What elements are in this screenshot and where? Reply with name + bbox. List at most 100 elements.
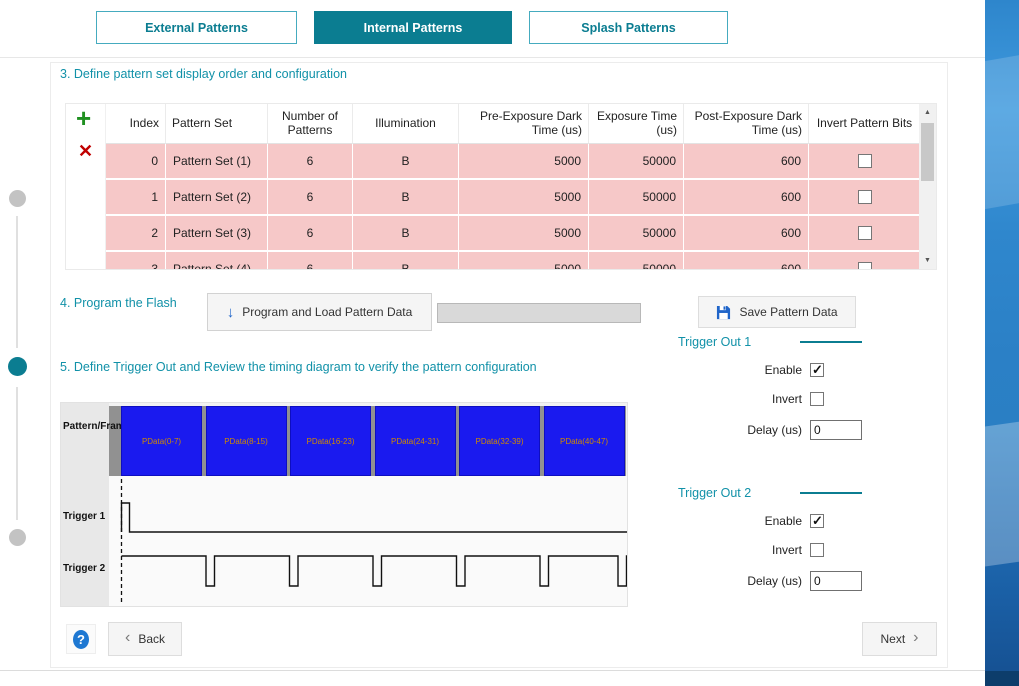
delay-label: Delay (us) <box>747 423 802 437</box>
cell-illumination: B <box>353 216 459 252</box>
section5-title: 5. Define Trigger Out and Review the tim… <box>60 360 537 374</box>
trigger2-invert-checkbox[interactable] <box>810 543 824 557</box>
section3-title: 3. Define pattern set display order and … <box>60 67 347 81</box>
enable-label: Enable <box>764 514 802 528</box>
taskbar-edge <box>985 671 1019 686</box>
cell-exposure: 50000 <box>589 144 684 180</box>
enable-label: Enable <box>764 363 802 377</box>
scroll-up-icon[interactable]: ▲ <box>919 104 936 121</box>
flash-progress-bar <box>437 303 641 323</box>
scroll-down-icon[interactable]: ▼ <box>919 252 936 269</box>
step-indicator-1[interactable] <box>9 190 26 207</box>
back-button[interactable]: ‹ Back <box>108 622 182 656</box>
cell-num_patterns: 6 <box>268 216 353 252</box>
cell-num_patterns: 6 <box>268 144 353 180</box>
step-connector-2 <box>16 387 18 520</box>
tab-divider <box>0 57 985 58</box>
trigger1-waveform <box>120 502 627 533</box>
pattern-set-row[interactable]: 2 Pattern Set (3) 6 B 5000 50000 600 <box>106 216 921 252</box>
trigger2-waveform <box>121 555 627 587</box>
invert-pattern-checkbox[interactable] <box>857 226 872 240</box>
cell-post_exposure: 600 <box>684 144 809 180</box>
cell-illumination: B <box>353 252 459 269</box>
pattern-set-row[interactable]: 1 Pattern Set (2) 6 B 5000 50000 600 <box>106 180 921 216</box>
trigger-out-1-group: Trigger Out 1 Enable Invert Delay (us) <box>678 335 864 445</box>
trigger-out-2-group: Trigger Out 2 Enable Invert Delay (us) <box>678 486 864 596</box>
download-arrow-icon: ↓ <box>226 303 235 321</box>
pattern-set-table: + ✕ Index Pattern Set Number of Patterns Il… <box>65 103 937 270</box>
trigger-out-2-divider <box>800 492 862 494</box>
invert-pattern-checkbox[interactable] <box>857 262 872 269</box>
column-header: Number of Patterns <box>268 104 353 144</box>
section4-title: 4. Program the Flash <box>60 296 177 310</box>
cell-pattern_set: Pattern Set (1) <box>166 144 268 180</box>
cell-illumination: B <box>353 180 459 216</box>
help-icon: ? <box>73 629 89 649</box>
scrollbar-thumb[interactable] <box>921 123 934 181</box>
trigger-out-1-divider <box>800 341 862 343</box>
column-header: Pre-Exposure Dark Time (us) <box>459 104 589 144</box>
trigger2-delay-input[interactable] <box>810 571 862 591</box>
help-button[interactable]: ? <box>66 624 96 654</box>
save-button-label: Save Pattern Data <box>739 305 838 319</box>
step-indicator-2-active[interactable] <box>8 357 27 376</box>
column-header: Post-Exposure Dark Time (us) <box>684 104 809 144</box>
cell-num_patterns: 6 <box>268 252 353 269</box>
cell-exposure: 50000 <box>589 216 684 252</box>
back-button-label: Back <box>138 632 165 646</box>
invert-pattern-checkbox[interactable] <box>857 190 872 204</box>
column-header: Index <box>106 104 166 144</box>
delete-row-icon[interactable]: ✕ <box>78 141 93 161</box>
cell-pre_exposure: 5000 <box>459 216 589 252</box>
step-indicator-3[interactable] <box>9 529 26 546</box>
invert-label: Invert <box>771 392 802 406</box>
invert-pattern-checkbox[interactable] <box>857 154 872 168</box>
next-button[interactable]: Next › <box>862 622 937 656</box>
program-button-label: Program and Load Pattern Data <box>242 305 413 319</box>
save-icon <box>716 305 731 320</box>
trigger1-invert-checkbox[interactable] <box>810 392 824 406</box>
cell-pattern_set: Pattern Set (3) <box>166 216 268 252</box>
cell-pattern_set: Pattern Set (2) <box>166 180 268 216</box>
trigger1-delay-input[interactable] <box>810 420 862 440</box>
cell-index: 3 <box>106 252 166 269</box>
table-scrollbar[interactable]: ▲ ▼ <box>919 104 936 269</box>
pattern-set-row[interactable]: 0 Pattern Set (1) 6 B 5000 50000 600 <box>106 144 921 180</box>
cell-index: 1 <box>106 180 166 216</box>
pattern-set-row[interactable]: 3 Pattern Set (4) 6 B 5000 50000 600 <box>106 252 921 269</box>
table-grid: Index Pattern Set Number of Patterns Illumi… <box>106 104 921 269</box>
program-and-load-button[interactable]: ↓ Program and Load Pattern Data <box>207 293 432 331</box>
table-action-column: + ✕ <box>66 104 106 269</box>
invert-checkbox-cell <box>809 216 921 252</box>
invert-checkbox-cell <box>809 252 921 269</box>
step-connector-1 <box>16 216 18 348</box>
timing-diagram: Pattern/Frame Trigger 1 Trigger 2 PData(… <box>60 402 628 607</box>
cell-illumination: B <box>353 144 459 180</box>
trigger-out-2-title: Trigger Out 2 <box>678 486 752 500</box>
trigger1-enable-checkbox[interactable] <box>810 362 824 378</box>
column-header: Illumination <box>353 104 459 144</box>
wallpaper-light-beam <box>985 54 1019 210</box>
cell-num_patterns: 6 <box>268 180 353 216</box>
cell-pre_exposure: 5000 <box>459 144 589 180</box>
tab-internal-patterns[interactable]: Internal Patterns <box>314 11 512 44</box>
table-body: 0 Pattern Set (1) 6 B 5000 50000 600 1 Pattern S… <box>106 144 921 269</box>
invert-label: Invert <box>771 543 802 557</box>
invert-checkbox-cell <box>809 144 921 180</box>
invert-checkbox-cell <box>809 180 921 216</box>
tab-external-patterns[interactable]: External Patterns <box>96 11 297 44</box>
table-header-row: Index Pattern Set Number of Patterns Illumi… <box>106 104 921 144</box>
next-button-label: Next <box>880 632 906 646</box>
delay-label: Delay (us) <box>747 574 802 588</box>
cell-exposure: 50000 <box>589 180 684 216</box>
waveform-svg <box>120 479 627 605</box>
desktop-wallpaper-strip <box>985 0 1019 686</box>
cell-post_exposure: 600 <box>684 252 809 269</box>
add-row-icon[interactable]: + <box>76 104 91 132</box>
wallpaper-light-beam <box>985 420 1019 568</box>
cell-exposure: 50000 <box>589 252 684 269</box>
app-window: External Patterns Internal Patterns Spla… <box>0 0 985 671</box>
save-pattern-data-button[interactable]: Save Pattern Data <box>698 296 856 328</box>
trigger2-enable-checkbox[interactable] <box>810 513 824 529</box>
tab-splash-patterns[interactable]: Splash Patterns <box>529 11 728 44</box>
